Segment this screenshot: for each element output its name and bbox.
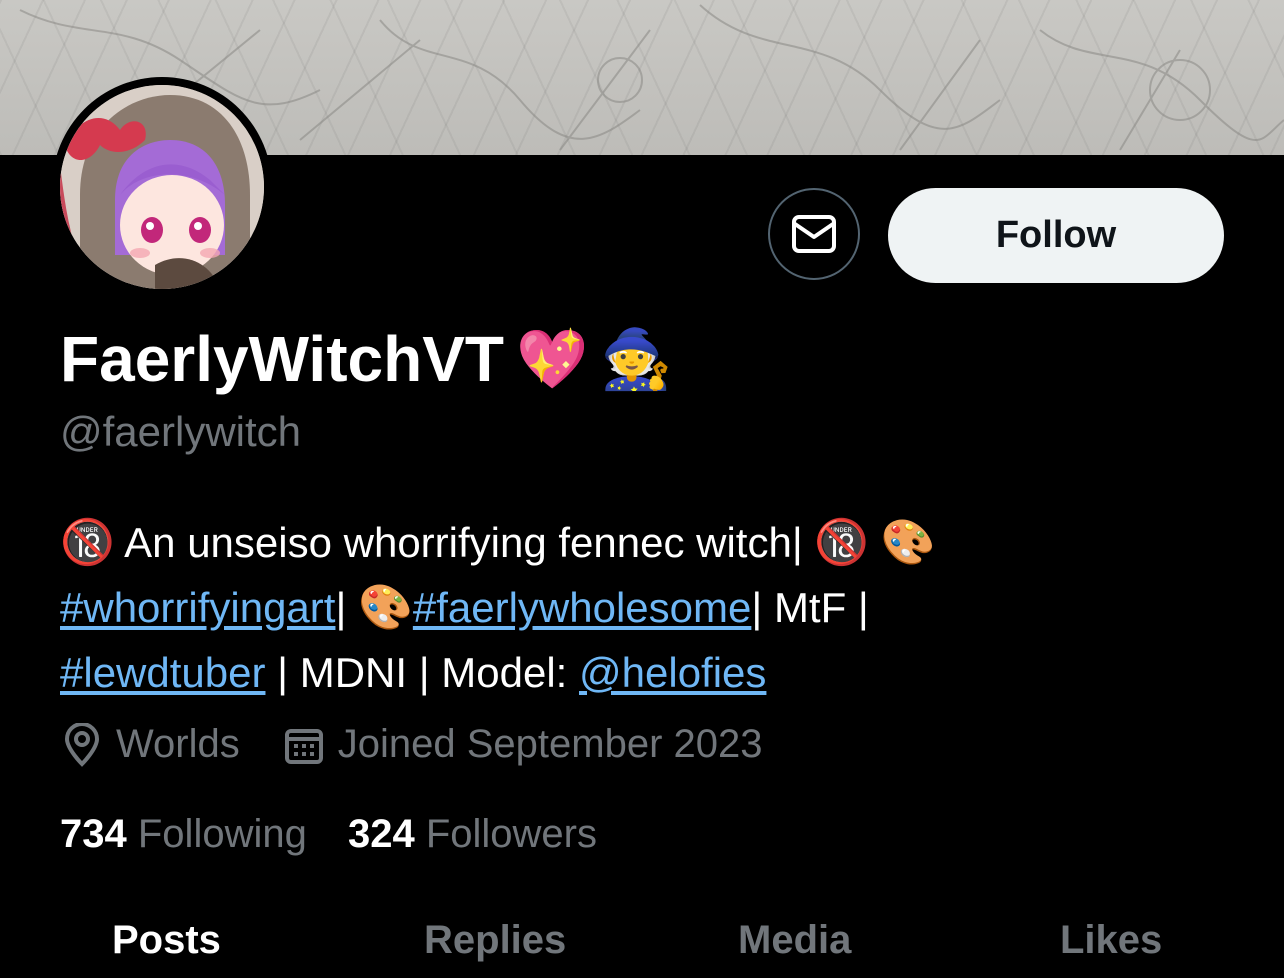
bio-text: | MtF | (751, 584, 869, 631)
location-text: Worlds (116, 722, 240, 766)
tab-replies[interactable]: Replies (424, 918, 566, 963)
calendar-icon (284, 728, 323, 764)
artist-palette-emoji-icon: 🎨 (880, 517, 936, 568)
mention-link-helofies[interactable]: @helofies (579, 649, 766, 696)
profile-meta: Worlds Joined September 2023 (62, 722, 806, 767)
following-count: 734 (60, 812, 127, 856)
witch-emoji-icon: 🧙 (600, 324, 673, 393)
tab-media[interactable]: Media (738, 918, 851, 963)
location-item: Worlds (62, 722, 240, 767)
joined-text: Joined September 2023 (337, 722, 763, 766)
hashtag-link-whorrifyingart[interactable]: #whorrifyingart (60, 584, 335, 631)
message-button[interactable] (768, 188, 860, 280)
tab-posts[interactable]: Posts (112, 918, 221, 963)
artist-palette-emoji-icon: 🎨 (358, 582, 413, 633)
mail-icon (792, 215, 836, 253)
bio-separator: | (335, 584, 359, 631)
bio-text: | MDNI | Model: (265, 649, 580, 696)
handle: @faerlywitch (60, 408, 302, 455)
follow-stats: 734 Following 324 Followers (60, 812, 627, 857)
no-under-18-emoji-icon: 🔞 (60, 517, 115, 568)
sparkling-heart-emoji-icon: 💖 (515, 324, 589, 393)
following-link[interactable]: 734 Following (60, 812, 307, 856)
tab-likes[interactable]: Likes (1060, 918, 1162, 963)
followers-label: Followers (425, 812, 597, 856)
profile-tabs: Posts Replies Media Likes (0, 918, 1284, 978)
hashtag-link-lewdtuber[interactable]: #lewdtuber (60, 649, 265, 696)
location-pin-icon (64, 722, 100, 767)
followers-count: 324 (347, 812, 415, 856)
following-label: Following (137, 812, 307, 856)
joined-item: Joined September 2023 (284, 722, 763, 767)
followers-link[interactable]: 324 Followers (348, 812, 597, 856)
display-name: FaerlyWitchVT 💖 🧙 (60, 322, 672, 396)
bio-text: An unseiso whorrifying fennec witch| (114, 519, 815, 566)
display-name-text: FaerlyWitchVT (60, 323, 504, 395)
avatar[interactable] (60, 85, 264, 289)
hashtag-link-faerlywholesome[interactable]: #faerlywholesome (413, 584, 752, 631)
bio: 🔞 An unseiso whorrifying fennec witch| 🔞… (60, 510, 1240, 705)
no-under-18-emoji-icon: 🔞 (814, 517, 870, 568)
avatar-illustration (60, 85, 264, 289)
follow-button[interactable]: Follow (888, 188, 1224, 283)
